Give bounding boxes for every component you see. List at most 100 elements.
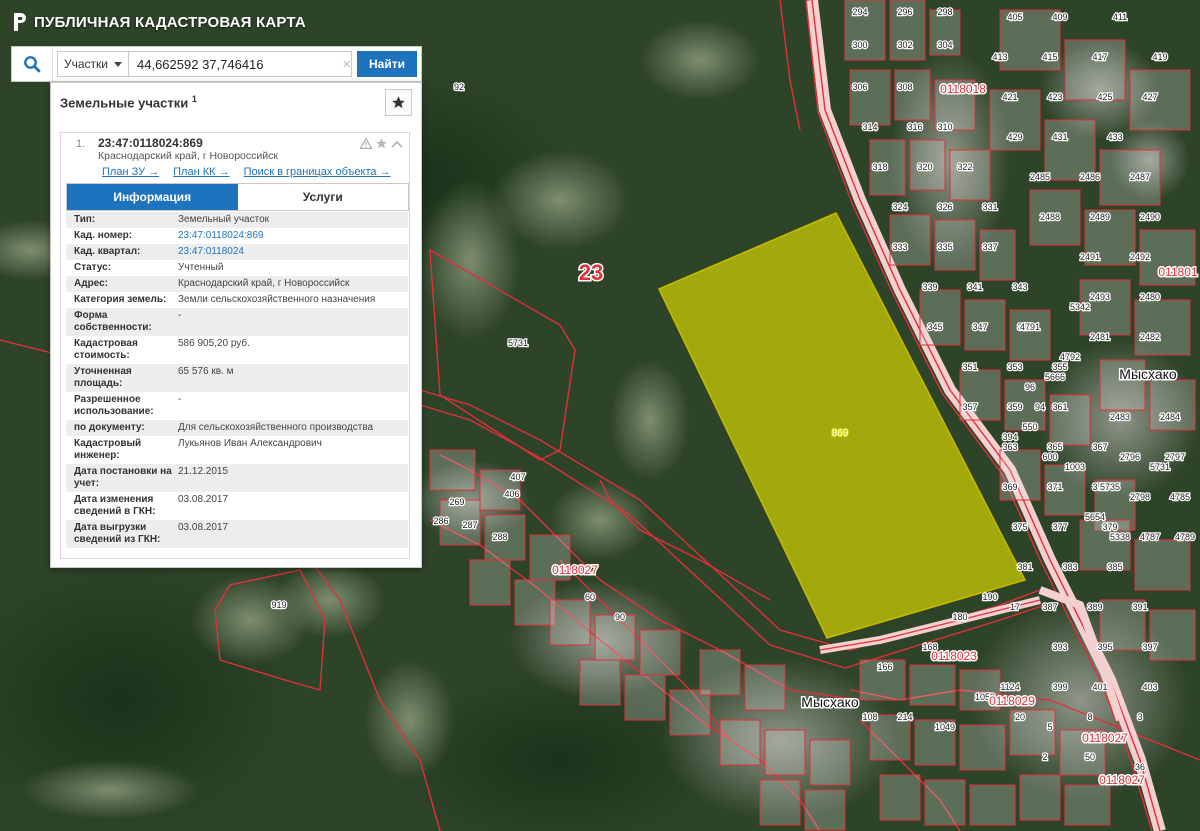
parcel-number-label: 4789	[1175, 532, 1195, 542]
attribute-row: Адрес: Краснодарский край, г Новороссийск	[66, 276, 408, 292]
parcel-number-label: 298	[937, 7, 952, 17]
parcel-number-label: 2485	[1030, 172, 1050, 182]
parcel-number-label: 331	[982, 202, 997, 212]
parcel-number-label: 357	[962, 402, 977, 412]
quarter-label: 0118027	[1099, 773, 1145, 787]
star-icon[interactable]	[375, 137, 388, 150]
attribute-value-link[interactable]: 23:47:0118024	[178, 246, 408, 258]
attribute-label: Дата изменения сведений в ГКН:	[74, 494, 156, 517]
parcel-number-label: 339	[922, 282, 937, 292]
favorites-button[interactable]	[385, 89, 412, 116]
parcel-label-highlight: 869	[832, 428, 849, 439]
plan-zu-link[interactable]: План ЗУ →	[102, 166, 159, 178]
parcel-number-label: 8	[1087, 712, 1092, 722]
parcel-number-label: 92	[454, 82, 464, 92]
attribute-row: Кад. номер: 23:47:0118024:869	[66, 228, 408, 244]
attribute-value: -	[178, 394, 182, 405]
attribute-row: Дата изменения сведений в ГКН: 03.08.2017	[66, 492, 408, 520]
parcel-number-label: 427	[1142, 92, 1157, 102]
results-header: Земельные участки 1	[51, 83, 421, 123]
attribute-row: Уточненная площадь: 65 576 кв. м	[66, 364, 408, 392]
search-input[interactable]	[129, 51, 353, 77]
attribute-row: Кадастровая стоимость: 586 905,20 руб.	[66, 336, 408, 364]
parcel-number-label: 413	[992, 52, 1007, 62]
star-icon	[392, 96, 405, 109]
clear-icon[interactable]: ×	[342, 56, 351, 73]
attribute-value: Краснодарский край, г Новороссийск	[178, 278, 350, 289]
parcel-number-label: 2492	[1130, 252, 1150, 262]
parcel-number-label: 326	[937, 202, 952, 212]
parcel-number-label: 425	[1097, 92, 1112, 102]
results-title: Земельные участки 1	[60, 94, 197, 111]
quarter-label: 0118023	[931, 649, 977, 663]
parcel-number-label: 5666	[1045, 372, 1065, 382]
parcel-number-label: 433	[1107, 132, 1122, 142]
parcel-number-label: 50	[1085, 752, 1095, 762]
tab-services[interactable]: Услуги	[237, 184, 408, 210]
attribute-label: Форма собственности:	[74, 310, 152, 333]
parcel-number-label: 1003	[1065, 462, 1085, 472]
parcel-number-label: 3	[1137, 712, 1142, 722]
card-links: План ЗУ → План КК → Поиск в границах объ…	[102, 166, 391, 178]
card-actions	[360, 137, 403, 150]
card-tabs: Информация Услуги	[66, 183, 409, 211]
parcel-number-label: 341	[967, 282, 982, 292]
parcel-number-label: 4785	[1170, 492, 1190, 502]
attribute-row: Форма собственности: -	[66, 308, 408, 336]
warning-icon[interactable]	[360, 138, 372, 149]
attribute-value: 03.08.2017	[178, 494, 229, 505]
app-title: ПУБЛИЧНАЯ КАДАСТРОВАЯ КАРТА	[34, 13, 306, 31]
attribute-value: 03.08.2017	[178, 522, 229, 533]
result-card[interactable]: 1. 23:47:0118024:869 Краснодарский край,…	[60, 132, 410, 559]
parcel-number-label: 377	[1052, 522, 1067, 532]
attribute-label: Дата выгрузки сведений из ГКН:	[74, 522, 161, 545]
parcel-number-label: 2480	[1140, 292, 1160, 302]
chevron-down-icon	[114, 61, 122, 67]
attribute-value-link[interactable]: 23:47:0118024:869	[178, 230, 408, 242]
parcel-number-label: 166	[877, 662, 892, 672]
search-icon	[24, 56, 41, 73]
parcel-number-label: 550	[1022, 422, 1037, 432]
parcel-number-label: 20	[1015, 712, 1025, 722]
parcel-number-label: 60	[585, 592, 595, 602]
parcel-number-label: 406	[504, 489, 519, 499]
parcel-number-label: 389	[1087, 602, 1102, 612]
parcel-number-label: 2486	[1080, 172, 1100, 182]
quarter-label: 0118027	[552, 563, 598, 577]
parcel-number-label: 381	[1017, 562, 1032, 572]
parcel-number-label: 600	[1042, 452, 1057, 462]
chevron-up-icon[interactable]	[391, 139, 403, 149]
results-count: 1	[191, 94, 197, 104]
results-panel: Земельные участки 1 1. 23:47:0118024:869…	[50, 82, 422, 568]
parcel-number-label: 324	[892, 202, 907, 212]
search-in-bounds-link[interactable]: Поиск в границах объекта →	[244, 166, 391, 178]
parcel-number-label: 322	[957, 162, 972, 172]
find-button[interactable]: Найти	[357, 51, 417, 77]
parcel-number-label: 2489	[1090, 212, 1110, 222]
parcel-number-label: 2488	[1040, 212, 1060, 222]
parcel-number-label: 94	[1035, 402, 1045, 412]
quarter-label: 0118029	[989, 694, 1035, 708]
parcel-number-label: 2	[1042, 752, 1047, 762]
attribute-label: Кадастровый инженер:	[74, 438, 142, 461]
attribute-row: Тип: Земельный участок	[66, 212, 408, 228]
parcel-number-label: 394	[1002, 432, 1017, 442]
attribute-value: Земли сельскохозяйственного назначения	[178, 294, 376, 305]
parcel-number-label: 375	[1012, 522, 1027, 532]
parcel-number-label: 2797	[1165, 452, 1185, 462]
object-type-select[interactable]: Участки	[57, 51, 129, 77]
parcel-number-label: 314	[862, 122, 877, 132]
parcel-number-label: 417	[1092, 52, 1107, 62]
attribute-table: Тип: Земельный участок Кад. номер: 23:47:01…	[66, 212, 408, 548]
parcel-number-label: 5338	[1110, 532, 1130, 542]
parcel-number-label: 308	[897, 82, 912, 92]
search-toggle-button[interactable]	[12, 47, 53, 81]
tab-info[interactable]: Информация	[67, 184, 238, 210]
parcel-number-label: 2796	[1120, 452, 1140, 462]
parcel-number-label: 286	[433, 516, 448, 526]
parcel-number-label: 395	[1097, 642, 1112, 652]
quarter-label: 011801	[1158, 265, 1197, 279]
parcel-number-label: 2491	[1080, 252, 1100, 262]
plan-kk-link[interactable]: План КК →	[173, 166, 229, 178]
parcel-number-label: 5731	[1150, 462, 1170, 472]
